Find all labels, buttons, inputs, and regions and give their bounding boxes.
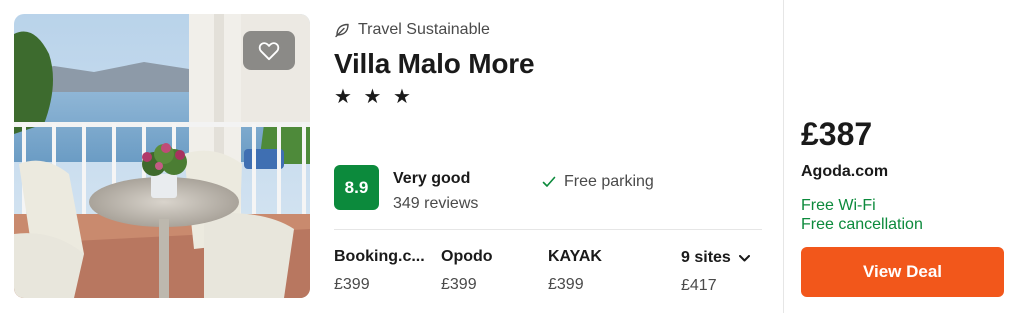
favorite-button[interactable] (243, 31, 295, 70)
more-sites-label: 9 sites (681, 249, 731, 266)
amenity-label: Free parking (564, 173, 654, 190)
review-count[interactable]: 349 reviews (393, 195, 478, 213)
site-price-opodo[interactable]: Opodo £399 (441, 248, 493, 294)
site-name: Booking.c... (334, 248, 425, 265)
site-name: KAYAK (548, 248, 602, 265)
rating-label: Very good (393, 170, 471, 187)
deal-price: £387 (801, 116, 873, 152)
more-sites-price: £417 (681, 277, 717, 294)
view-deal-button[interactable]: View Deal (801, 247, 1004, 297)
star-rating: ★ ★ ★ (334, 86, 414, 108)
travel-sustainable-label: Travel Sustainable (358, 21, 490, 38)
chevron-down-icon (738, 254, 750, 261)
vertical-divider (783, 0, 784, 313)
site-price-booking[interactable]: Booking.c... £399 (334, 248, 425, 294)
deal-provider: Agoda.com (801, 163, 889, 180)
site-name: Opodo (441, 248, 493, 265)
perk-free-cancellation: Free cancellation (801, 216, 923, 233)
site-price: £399 (548, 276, 584, 293)
more-sites-dropdown[interactable]: 9 sites £417 (681, 249, 750, 295)
perk-free-wifi: Free Wi-Fi (801, 197, 876, 214)
amenity-free-parking: Free parking (542, 173, 654, 191)
checkmark-icon (542, 176, 556, 187)
divider (334, 229, 762, 230)
hotel-name[interactable]: Villa Malo More (334, 48, 535, 80)
hotel-card[interactable]: Travel Sustainable Villa Malo More ★ ★ ★… (0, 0, 1024, 313)
site-price-kayak[interactable]: KAYAK £399 (548, 248, 602, 294)
leaf-icon (335, 23, 349, 38)
site-price: £399 (334, 276, 370, 293)
hotel-photo[interactable] (14, 14, 310, 298)
travel-sustainable-tag: Travel Sustainable (334, 21, 490, 39)
site-price: £399 (441, 276, 477, 293)
heart-icon (258, 41, 280, 60)
rating-score-badge: 8.9 (334, 165, 379, 210)
